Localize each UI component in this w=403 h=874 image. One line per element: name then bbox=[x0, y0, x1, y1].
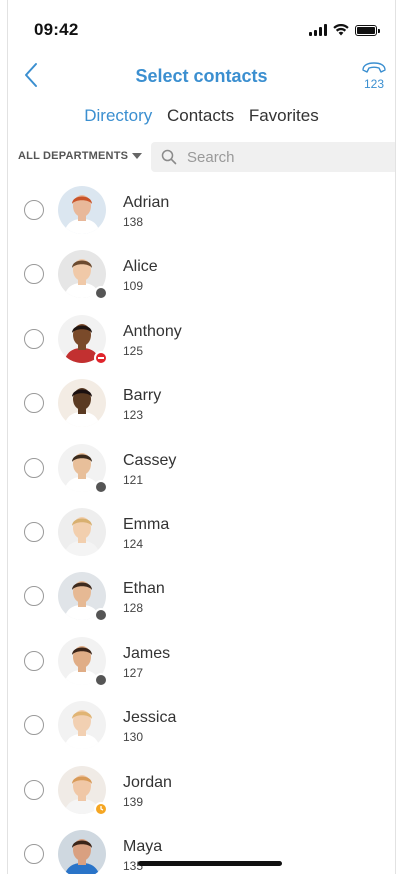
dialpad-phone-icon[interactable]: 123 bbox=[359, 60, 389, 92]
tab-contacts[interactable]: Contacts bbox=[167, 106, 234, 126]
contact-extension: 121 bbox=[123, 472, 144, 487]
caret-down-icon bbox=[132, 153, 143, 159]
avatar bbox=[58, 636, 108, 687]
select-radio[interactable] bbox=[24, 715, 44, 736]
contact-row[interactable]: Alice 109 bbox=[8, 242, 395, 306]
contact-name: Maya bbox=[123, 838, 163, 855]
contact-extension: 138 bbox=[123, 215, 144, 229]
signal-icon bbox=[309, 24, 327, 36]
contact-name: Emma bbox=[123, 516, 170, 533]
contact-extension: 125 bbox=[123, 343, 144, 358]
wifi-icon bbox=[333, 24, 349, 36]
select-radio[interactable] bbox=[24, 393, 44, 414]
avatar bbox=[58, 186, 106, 234]
contact-row[interactable]: James 127 bbox=[8, 629, 395, 693]
contact-extension: 123 bbox=[123, 408, 144, 423]
contact-row[interactable]: Maya 135 bbox=[8, 822, 395, 874]
avatar-photo bbox=[58, 379, 106, 428]
select-radio[interactable] bbox=[24, 328, 44, 349]
tab-favorites[interactable]: Favorites bbox=[249, 106, 319, 126]
avatar bbox=[58, 379, 106, 428]
select-radio[interactable] bbox=[24, 779, 44, 800]
contact-extension: 109 bbox=[123, 279, 144, 294]
avatar bbox=[58, 701, 106, 750]
avatar-photo bbox=[58, 186, 106, 234]
select-radio[interactable] bbox=[24, 586, 44, 607]
contact-extension: 139 bbox=[123, 794, 144, 809]
contact-name: James bbox=[123, 644, 171, 662]
select-radio[interactable] bbox=[24, 200, 44, 220]
select-radio[interactable] bbox=[24, 844, 44, 864]
avatar bbox=[58, 572, 108, 623]
contact-name: Alice bbox=[123, 258, 158, 276]
svg-text:123: 123 bbox=[364, 77, 384, 91]
contact-row[interactable]: Anthony 125 bbox=[8, 307, 395, 371]
avatar bbox=[58, 508, 106, 556]
contact-row[interactable]: Barry 123 bbox=[8, 371, 395, 435]
contact-extension: 127 bbox=[123, 665, 144, 680]
search-box[interactable] bbox=[151, 142, 395, 172]
search-input[interactable] bbox=[185, 147, 379, 167]
tab-directory[interactable]: Directory bbox=[84, 106, 152, 126]
select-radio[interactable] bbox=[24, 522, 44, 542]
department-label: ALL DEPARTMENTS bbox=[18, 150, 129, 162]
contact-extension: 130 bbox=[123, 730, 144, 745]
contact-name: Cassey bbox=[123, 451, 177, 469]
department-dropdown[interactable]: ALL DEPARTMENTS bbox=[18, 150, 143, 162]
search-icon bbox=[161, 149, 177, 165]
contact-name: Anthony bbox=[123, 322, 182, 340]
select-radio[interactable] bbox=[24, 650, 44, 671]
contact-row[interactable]: Cassey 121 bbox=[8, 436, 395, 500]
filter-row: ALL DEPARTMENTS bbox=[8, 142, 395, 172]
status-time: 09:42 bbox=[34, 20, 79, 39]
status-offline-icon bbox=[94, 672, 108, 687]
status-away-icon bbox=[94, 801, 108, 816]
contact-row[interactable]: Adrian 138 bbox=[8, 178, 395, 242]
avatar-photo bbox=[58, 508, 106, 556]
avatar-photo bbox=[58, 701, 106, 750]
avatar bbox=[58, 830, 106, 874]
contact-name: Ethan bbox=[123, 580, 165, 598]
battery-icon bbox=[355, 24, 380, 36]
contact-name: Adrian bbox=[123, 194, 170, 211]
status-dnd-icon bbox=[94, 350, 108, 365]
contact-row[interactable]: Emma 124 bbox=[8, 500, 395, 564]
avatar bbox=[58, 443, 108, 494]
select-radio[interactable] bbox=[24, 264, 44, 285]
home-indicator bbox=[138, 861, 282, 866]
contact-name: Jordan bbox=[123, 773, 172, 791]
phone-screen: 09:42 Select contacts 123 Directory Cont… bbox=[7, 0, 396, 874]
status-bar: 09:42 bbox=[8, 0, 395, 52]
contact-row[interactable]: Ethan 128 bbox=[8, 564, 395, 628]
directory-tabs: Directory Contacts Favorites bbox=[8, 106, 395, 126]
navigation-bar: Select contacts 123 bbox=[8, 52, 395, 100]
avatar bbox=[58, 314, 108, 365]
status-icons bbox=[309, 24, 380, 36]
page-title: Select contacts bbox=[135, 66, 268, 86]
contact-name: Barry bbox=[123, 387, 162, 405]
avatar bbox=[58, 250, 108, 301]
contact-row[interactable]: Jessica 130 bbox=[8, 693, 395, 757]
contact-extension: 128 bbox=[123, 601, 144, 616]
select-radio[interactable] bbox=[24, 457, 44, 478]
contact-name: Jessica bbox=[123, 709, 177, 727]
contact-extension: 124 bbox=[123, 537, 144, 551]
avatar bbox=[58, 765, 108, 816]
avatar-photo bbox=[58, 830, 106, 874]
contact-row[interactable]: Jordan 139 bbox=[8, 758, 395, 822]
status-offline-icon bbox=[94, 479, 108, 494]
